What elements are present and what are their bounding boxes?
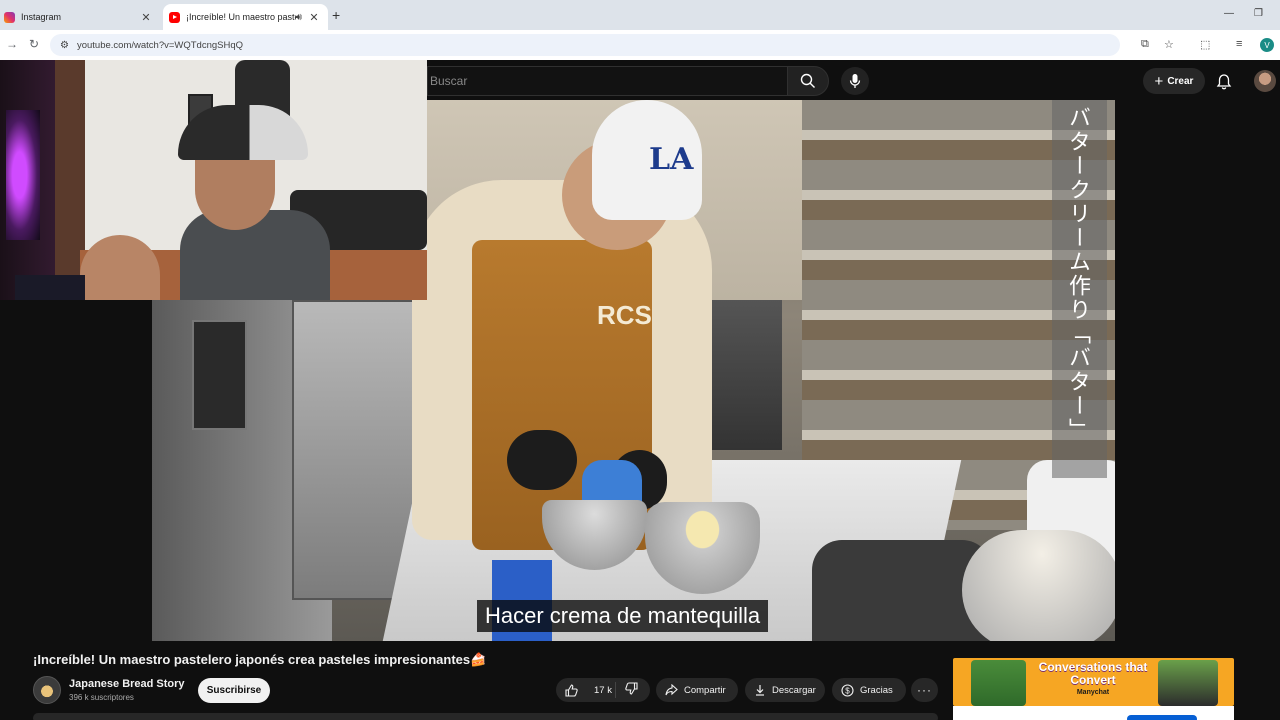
- thanks-button[interactable]: $ Gracias: [832, 678, 906, 702]
- instagram-icon: [4, 11, 15, 23]
- tab-youtube[interactable]: ¡Increíble! Un maestro paste 🔊︎ ✕: [163, 4, 328, 30]
- search-placeholder: Buscar: [430, 74, 468, 88]
- minimize-icon[interactable]: —: [1224, 8, 1234, 19]
- share-icon: [665, 684, 678, 696]
- new-tab-button[interactable]: +: [332, 7, 340, 23]
- video-title: ¡Increíble! Un maestro pastelero japonés…: [33, 652, 487, 667]
- account-avatar[interactable]: [1254, 70, 1276, 92]
- like-button[interactable]: 17 k: [556, 682, 616, 698]
- thumbs-down-icon: [625, 682, 638, 695]
- tab-title: ¡Increíble! Un maestro paste: [186, 12, 296, 22]
- thanks-label: Gracias: [860, 684, 893, 696]
- restore-icon[interactable]: ❐: [1254, 8, 1263, 19]
- like-count: 17 k: [594, 684, 612, 696]
- share-button[interactable]: Compartir: [656, 678, 738, 702]
- description-box[interactable]: [33, 713, 938, 720]
- create-label: Crear: [1167, 75, 1194, 87]
- audio-playing-icon[interactable]: 🔊︎: [296, 12, 302, 23]
- ad-title: Conversations that Convert: [1038, 660, 1148, 687]
- media-control-icon[interactable]: ≡: [1236, 38, 1242, 50]
- extensions-icon[interactable]: ⬚: [1200, 38, 1210, 51]
- forward-icon[interactable]: →: [6, 37, 18, 51]
- tab-title: Instagram: [21, 12, 62, 22]
- share-label: Compartir: [684, 684, 726, 696]
- download-icon: [756, 685, 764, 696]
- thumbs-up-icon: [565, 683, 578, 697]
- left-hand-scene: [507, 430, 577, 490]
- plus-icon: +: [1154, 72, 1164, 90]
- profile-avatar[interactable]: V: [1260, 38, 1274, 52]
- super-thanks-icon: $: [841, 683, 854, 697]
- ad-brand: Manychat: [1076, 689, 1110, 696]
- subscribe-button[interactable]: Suscribirse: [198, 678, 270, 703]
- ad-people-left-scene: [971, 660, 1026, 706]
- svg-text:$: $: [845, 686, 850, 695]
- cap-logo: LA: [649, 142, 694, 177]
- microphone-icon: [849, 74, 861, 88]
- ad-people-right-scene: [1158, 660, 1218, 706]
- url-text: youtube.com/watch?v=WQTdcngSHqQ: [76, 39, 244, 51]
- channel-avatar[interactable]: [33, 676, 61, 704]
- dislike-button[interactable]: [616, 682, 644, 698]
- sidebar-ad[interactable]: Conversations that Convert Manychat: [953, 658, 1234, 706]
- vertical-caption: バタークリーム作り「バター」: [1052, 100, 1107, 478]
- notifications-bell-icon[interactable]: [1216, 73, 1232, 90]
- browser-tab-bar: Instagram ✕ ¡Increíble! Un maestro paste…: [0, 0, 1280, 30]
- download-button[interactable]: Descargar: [745, 678, 825, 702]
- address-bar[interactable]: ⚙︎ youtube.com/watch?v=WQTdcngSHqQ: [50, 34, 1120, 56]
- site-info-icon[interactable]: ⚙︎: [60, 40, 69, 51]
- bookmark-star-icon[interactable]: ☆: [1164, 38, 1174, 51]
- keyboard-scene: [15, 275, 85, 300]
- download-label: Descargar: [772, 684, 816, 696]
- subscriber-count: 396 k suscriptores: [69, 693, 134, 702]
- more-actions-button[interactable]: ···: [911, 678, 938, 702]
- search-button[interactable]: [787, 66, 829, 96]
- video-subtitle: Hacer crema de mantequilla: [477, 600, 769, 632]
- mixer-bowl-scene: [962, 530, 1115, 641]
- install-app-icon[interactable]: ⧉: [1141, 38, 1149, 51]
- person-arm-scene: [80, 235, 160, 300]
- search-input[interactable]: Buscar: [427, 66, 787, 96]
- close-icon[interactable]: ✕: [306, 11, 322, 24]
- youtube-icon: [169, 11, 180, 23]
- search-icon: [800, 73, 815, 88]
- control-panel-scene: [192, 320, 247, 430]
- channel-name[interactable]: Japanese Bread Story: [69, 678, 185, 690]
- like-dislike-group: 17 k: [556, 678, 650, 702]
- browser-toolbar: → ↻ ⚙︎ youtube.com/watch?v=WQTdcngSHqQ ⧉…: [0, 30, 1280, 60]
- voice-search-button[interactable]: [841, 67, 869, 95]
- tab-instagram[interactable]: Instagram ✕: [0, 4, 160, 30]
- create-button[interactable]: + Crear: [1143, 68, 1205, 94]
- webcam-overlay: [0, 60, 427, 300]
- ad-cta-button[interactable]: [1127, 715, 1197, 720]
- apron-logo: RCS: [597, 300, 652, 330]
- reload-icon[interactable]: ↻: [29, 37, 39, 51]
- close-icon[interactable]: ✕: [138, 11, 154, 24]
- screen: Instagram ✕ ¡Increíble! Un maestro paste…: [0, 0, 1280, 720]
- rgb-light-scene: [6, 110, 40, 240]
